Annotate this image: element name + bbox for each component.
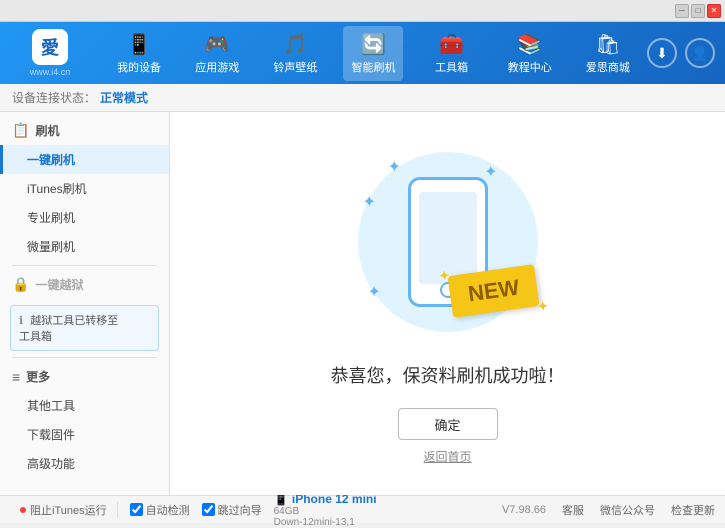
success-illustration: ✦ ✦ ✦ ✦ NEW	[348, 142, 548, 342]
title-bar: ─ □ ✕	[0, 0, 725, 22]
auto-connect-checkbox[interactable]: 自动检测	[130, 502, 190, 518]
main-layout: 📋 刷机 一键刷机 iTunes刷机 专业刷机 微量刷机 🔒 一键越狱 ℹ 越狱…	[0, 112, 725, 495]
lock-icon: 🔒	[12, 276, 29, 293]
info-icon: ℹ	[19, 315, 23, 327]
customer-service-link[interactable]: 客服	[562, 502, 584, 518]
sparkle-4: ✦	[363, 192, 376, 212]
itunes-status: 阻止iTunes运行	[10, 502, 118, 518]
header-right: ⬇ 👤	[647, 38, 715, 68]
sidebar-item-save-flash[interactable]: 微量刷机	[0, 232, 169, 261]
sidebar-section-flash: 📋 刷机	[0, 116, 169, 145]
device-firmware: Down-12mini-13,1	[274, 517, 377, 528]
user-button[interactable]: 👤	[685, 38, 715, 68]
header: 愛 www.i4.cn 📱 我的设备 🎮 应用游戏 🎵 铃声壁纸 🔄 智能刷机 …	[0, 22, 725, 84]
smart-flash-icon: 🔄	[361, 32, 386, 57]
my-device-icon: 📱	[127, 32, 152, 57]
nav-my-device[interactable]: 📱 我的设备	[109, 26, 169, 81]
version-text: V7.98.66	[502, 504, 546, 516]
skip-wizard-label: 跳过向导	[218, 502, 262, 518]
sidebar: 📋 刷机 一键刷机 iTunes刷机 专业刷机 微量刷机 🔒 一键越狱 ℹ 越狱…	[0, 112, 170, 495]
close-button[interactable]: ✕	[707, 4, 721, 18]
app-games-label: 应用游戏	[195, 59, 239, 75]
itunes-status-dot	[20, 507, 26, 513]
ringtone-label: 铃声壁纸	[273, 59, 317, 75]
smart-flash-label: 智能刷机	[351, 59, 395, 75]
auto-connect-label: 自动检测	[146, 502, 190, 518]
sidebar-divider-2	[12, 357, 157, 358]
bottom-left: 阻止iTunes运行 自动检测 跳过向导 📱 iPhone 12 mini 64…	[10, 492, 502, 528]
app-games-icon: 🎮	[205, 32, 230, 57]
ringtone-icon: 🎵	[283, 32, 308, 57]
jailbreak-section-label: 一键越狱	[35, 276, 83, 293]
sidebar-section-jailbreak: 🔒 一键越狱	[0, 270, 169, 299]
jailbreak-info-text: 越狱工具已转移至工具箱	[19, 315, 118, 343]
jailbreak-info-box: ℹ 越狱工具已转移至工具箱	[10, 305, 159, 351]
sidebar-item-download-firmware[interactable]: 下载固件	[0, 420, 169, 449]
nav-tutorial[interactable]: 📚 教程中心	[500, 26, 560, 81]
flash-section-label: 刷机	[35, 122, 59, 139]
sidebar-item-pro-flash[interactable]: 专业刷机	[0, 203, 169, 232]
toolbox-icon: 🧰	[439, 32, 464, 57]
nav-shop[interactable]: 🛍 爱思商城	[578, 26, 638, 81]
back-to-home-link[interactable]: 返回首页	[423, 448, 471, 465]
bottom-right: V7.98.66 客服 微信公众号 检查更新	[502, 502, 715, 518]
nav-ringtone[interactable]: 🎵 铃声壁纸	[265, 26, 325, 81]
logo-symbol: 愛	[41, 34, 59, 60]
sparkle-1: ✦	[388, 157, 401, 177]
sparkle-3: ✦	[368, 282, 381, 302]
main-content: ✦ ✦ ✦ ✦ NEW 恭喜您，保资料刷机成功啦！ 确定 返回首页	[170, 112, 725, 495]
sidebar-item-other-tools[interactable]: 其他工具	[0, 391, 169, 420]
sidebar-divider-1	[12, 265, 157, 266]
itunes-label: 阻止iTunes运行	[30, 502, 107, 518]
download-button[interactable]: ⬇	[647, 38, 677, 68]
minimize-button[interactable]: ─	[675, 4, 689, 18]
new-label: NEW	[448, 264, 540, 318]
confirm-button[interactable]: 确定	[398, 408, 498, 440]
more-section-icon: ≡	[12, 369, 20, 385]
nav-smart-flash[interactable]: 🔄 智能刷机	[343, 26, 403, 81]
device-storage: 64GB	[274, 506, 377, 517]
maximize-button[interactable]: □	[691, 4, 705, 18]
sparkle-2: ✦	[484, 162, 497, 182]
skip-wizard-checkbox[interactable]: 跳过向导	[202, 502, 262, 518]
skip-wizard-input[interactable]	[202, 503, 215, 516]
wechat-link[interactable]: 微信公众号	[600, 502, 655, 518]
status-label: 设备连接状态：	[12, 89, 96, 106]
check-update-link[interactable]: 检查更新	[671, 502, 715, 518]
device-info: 📱 iPhone 12 mini 64GB Down-12mini-13,1	[274, 492, 377, 528]
my-device-label: 我的设备	[117, 59, 161, 75]
tutorial-label: 教程中心	[508, 59, 552, 75]
shop-icon: 🛍	[595, 32, 620, 57]
window-controls: ─ □ ✕	[675, 4, 721, 18]
status-bar: 设备连接状态： 正常模式	[0, 84, 725, 112]
sidebar-section-more: ≡ 更多	[0, 362, 169, 391]
logo: 愛 www.i4.cn	[10, 29, 90, 77]
auto-connect-input[interactable]	[130, 503, 143, 516]
shop-label: 爱思商城	[586, 59, 630, 75]
nav-app-games[interactable]: 🎮 应用游戏	[187, 26, 247, 81]
flash-section-icon: 📋	[12, 122, 29, 139]
nav-toolbox[interactable]: 🧰 工具箱	[422, 26, 482, 81]
nav-bar: 📱 我的设备 🎮 应用游戏 🎵 铃声壁纸 🔄 智能刷机 🧰 工具箱 📚 教程中心…	[100, 26, 647, 81]
new-ribbon: NEW	[450, 270, 537, 312]
logo-icon: 愛	[32, 29, 68, 65]
tutorial-icon: 📚	[517, 32, 542, 57]
logo-url: www.i4.cn	[30, 67, 71, 77]
sidebar-item-one-click-flash[interactable]: 一键刷机	[0, 145, 169, 174]
bottom-bar: 阻止iTunes运行 自动检测 跳过向导 📱 iPhone 12 mini 64…	[0, 495, 725, 523]
more-section-label: 更多	[26, 368, 50, 385]
success-text: 恭喜您，保资料刷机成功啦！	[331, 362, 565, 388]
sidebar-item-itunes-flash[interactable]: iTunes刷机	[0, 174, 169, 203]
status-value: 正常模式	[100, 89, 148, 106]
toolbox-label: 工具箱	[435, 59, 468, 75]
sidebar-item-advanced[interactable]: 高级功能	[0, 449, 169, 478]
